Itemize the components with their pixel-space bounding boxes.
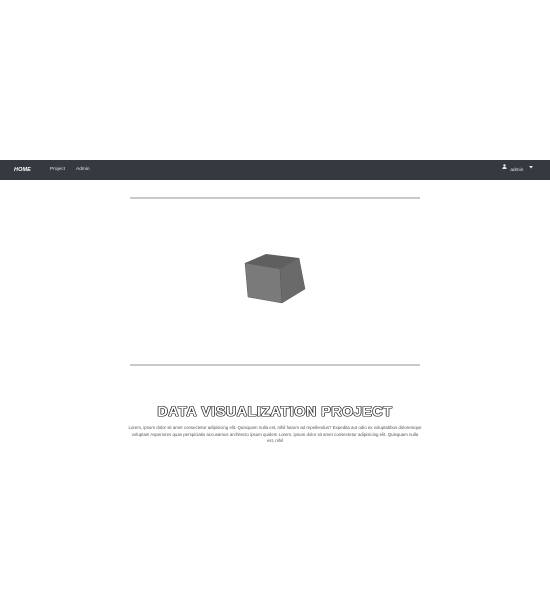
user-dropdown[interactable]: admin [502, 160, 533, 180]
page-title: DATA VISUALIZATION PROJECT [157, 403, 393, 420]
nav-link-project[interactable]: Project [50, 160, 65, 180]
top-divider [130, 197, 420, 199]
user-name: admin [510, 167, 524, 173]
nav-link-admin[interactable]: Admin [76, 160, 90, 180]
top-navbar: HOME Project Admin admin [0, 160, 550, 180]
project-description: Lorem, ipsum dolor sit amet consectetur … [128, 425, 422, 443]
user-icon [502, 159, 507, 179]
bottom-divider [130, 364, 420, 366]
home-link[interactable]: HOME [14, 160, 31, 180]
cube-graphic [238, 248, 310, 313]
caret-down-icon [528, 159, 533, 179]
